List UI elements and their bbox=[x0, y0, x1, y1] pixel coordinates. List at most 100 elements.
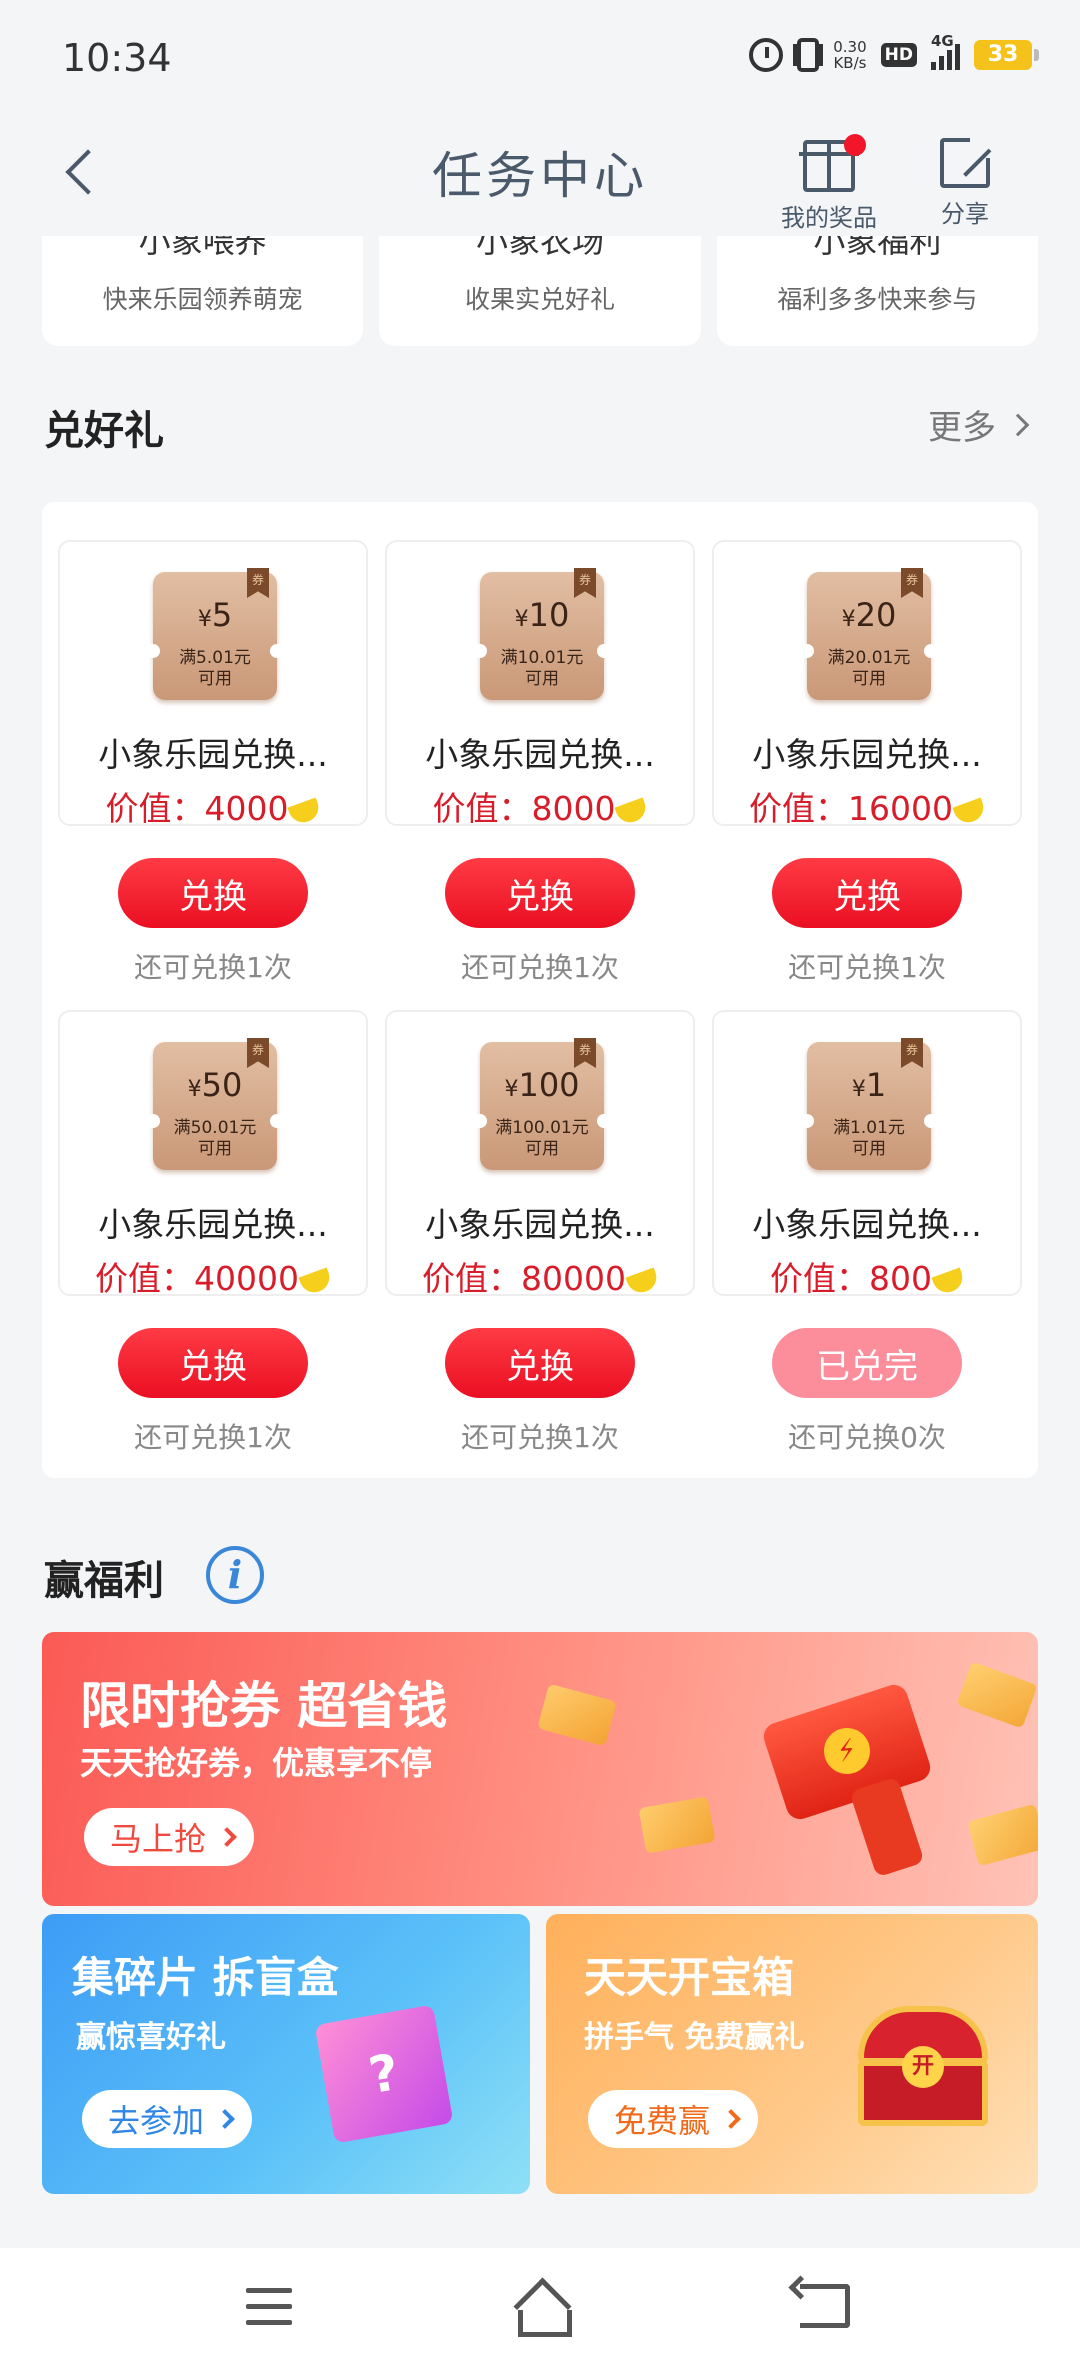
vibrate-icon bbox=[797, 38, 820, 72]
feature-card-name: 小象农场 bbox=[475, 236, 604, 260]
coupon-amount: ¥5 bbox=[197, 596, 233, 634]
network-type: 4G bbox=[931, 32, 954, 50]
coupon-icon: 券 ¥20 满20.01元 可用 bbox=[800, 568, 938, 700]
reward-name: 小象乐园兑换... bbox=[752, 1205, 982, 1244]
feature-card-desc: 快来乐园领养萌宠 bbox=[102, 285, 303, 314]
back-nav-icon[interactable] bbox=[800, 2284, 850, 2328]
more-link[interactable]: 更多 bbox=[928, 400, 1030, 449]
coupon-amount: ¥10 bbox=[514, 596, 570, 634]
banner-subtitle: 赢惊喜好礼 bbox=[76, 2020, 226, 2055]
banana-icon bbox=[931, 1267, 967, 1297]
coupon-condition: 满20.01元 可用 bbox=[827, 648, 911, 689]
remaining-count: 还可兑换1次 bbox=[134, 951, 292, 984]
coupon-icon: 券 ¥5 满5.01元 可用 bbox=[146, 568, 284, 700]
share-button[interactable]: 分享 bbox=[910, 124, 1020, 229]
reward-item: 券 ¥20 满20.01元 可用 小象乐园兑换... 价值：16000 兑换 还可… bbox=[712, 540, 1022, 984]
system-nav-bar bbox=[0, 2248, 1080, 2376]
coupon-amount: ¥20 bbox=[841, 596, 897, 634]
feature-card-welfare[interactable]: 小象福利 福利多多快来参与 bbox=[716, 236, 1038, 346]
coupon-amount: ¥100 bbox=[504, 1066, 580, 1104]
home-icon[interactable] bbox=[512, 2278, 572, 2337]
coupon-ticket-icon bbox=[956, 1661, 1038, 1729]
coupon-ticket-icon bbox=[638, 1796, 716, 1854]
coupon-amount: ¥50 bbox=[187, 1066, 243, 1104]
status-time: 10:34 bbox=[62, 36, 172, 80]
coupon-condition: 满5.01元 可用 bbox=[179, 648, 251, 689]
reward-card[interactable]: 券 ¥100 满100.01元 可用 小象乐园兑换... 价值：80000 bbox=[385, 1010, 695, 1298]
redeem-button[interactable]: 兑换 bbox=[445, 1328, 635, 1398]
coupon-condition: 满50.01元 可用 bbox=[173, 1118, 257, 1159]
battery-icon: 33 bbox=[974, 40, 1039, 70]
grab-now-button[interactable]: 马上抢 bbox=[84, 1808, 255, 1866]
banner-title: 天天开宝箱 bbox=[584, 1953, 795, 2002]
coupon-ticket-icon bbox=[967, 1803, 1038, 1867]
chevron-right-icon bbox=[215, 2109, 235, 2129]
banner-title: 限时抢券 超省钱 bbox=[80, 1677, 448, 1735]
feature-card-farm[interactable]: 小象农场 收果实兑好礼 bbox=[379, 236, 701, 346]
chest-lock: 开 bbox=[902, 2046, 944, 2088]
blind-box-icon: ? bbox=[314, 2004, 454, 2144]
redeem-button[interactable]: 兑换 bbox=[118, 858, 308, 928]
reward-item: 券 ¥10 满10.01元 可用 小象乐园兑换... 价值：8000 兑换 还可兑… bbox=[385, 540, 695, 984]
net-speed: 0.30 KB/s bbox=[833, 39, 866, 71]
coupon-tag: 券 bbox=[247, 568, 269, 598]
coupon-tag: 券 bbox=[247, 1038, 269, 1068]
coupon-icon: 券 ¥50 满50.01元 可用 bbox=[146, 1038, 284, 1170]
chevron-right-icon bbox=[721, 2109, 741, 2129]
menu-icon[interactable] bbox=[246, 2288, 292, 2328]
reward-item: 券 ¥50 满50.01元 可用 小象乐园兑换... 价值：40000 兑换 还可… bbox=[58, 1010, 368, 1454]
feature-card-name: 小象喂养 bbox=[138, 236, 267, 260]
chevron-right-icon bbox=[1006, 413, 1030, 436]
reward-item: 券 ¥100 满100.01元 可用 小象乐园兑换... 价值：80000 兑换 … bbox=[385, 1010, 695, 1454]
reward-card[interactable]: 券 ¥1 满1.01元 可用 小象乐园兑换... 价值：800 bbox=[712, 1010, 1022, 1298]
banner-subtitle: 拼手气 免费赢礼 bbox=[584, 2020, 805, 2055]
reward-card[interactable]: 券 ¥20 满20.01元 可用 小象乐园兑换... 价值：16000 bbox=[712, 540, 1022, 828]
reward-value: 价值：4000 bbox=[60, 782, 366, 830]
reward-value: 价值：8000 bbox=[387, 782, 693, 830]
alarm-icon bbox=[749, 38, 784, 72]
reward-value: 价值：80000 bbox=[387, 1252, 693, 1300]
feature-cards: 小象喂养 快来乐园领养萌宠 小象农场 收果实兑好礼 小象福利 福利多多快来参与 bbox=[42, 236, 1038, 346]
reward-grid: 券 ¥5 满5.01元 可用 小象乐园兑换... 价值：4000 兑换 还可兑换1… bbox=[42, 502, 1038, 1478]
feature-card-desc: 福利多多快来参与 bbox=[777, 285, 978, 314]
reward-value: 价值：40000 bbox=[60, 1252, 366, 1300]
reward-item: 券 ¥1 满1.01元 可用 小象乐园兑换... 价值：800 已兑完 还可兑换0… bbox=[712, 1010, 1022, 1454]
reward-name: 小象乐园兑换... bbox=[752, 735, 982, 774]
info-icon[interactable]: i bbox=[206, 1546, 264, 1604]
banner-subtitle: 天天抢好券，优惠享不停 bbox=[80, 1744, 433, 1782]
redeem-button[interactable]: 兑换 bbox=[772, 858, 962, 928]
coupon-tag: 券 bbox=[574, 1038, 596, 1068]
redeem-button[interactable]: 兑换 bbox=[445, 858, 635, 928]
chevron-right-icon bbox=[217, 1827, 237, 1847]
banana-icon bbox=[625, 1267, 661, 1297]
reward-card[interactable]: 券 ¥50 满50.01元 可用 小象乐园兑换... 价值：40000 bbox=[58, 1010, 368, 1298]
feature-card-feeding[interactable]: 小象喂养 快来乐园领养萌宠 bbox=[42, 236, 364, 346]
banana-icon bbox=[614, 797, 650, 827]
feature-card-name: 小象福利 bbox=[813, 236, 942, 260]
feature-card-desc: 收果实兑好礼 bbox=[464, 285, 615, 314]
banana-icon bbox=[287, 797, 323, 827]
reward-card[interactable]: 券 ¥5 满5.01元 可用 小象乐园兑换... 价值：4000 bbox=[58, 540, 368, 828]
remaining-count: 还可兑换1次 bbox=[461, 951, 619, 984]
redeemed-out-button[interactable]: 已兑完 bbox=[772, 1328, 962, 1398]
reward-name: 小象乐园兑换... bbox=[98, 1205, 328, 1244]
coupon-tag: 券 bbox=[901, 1038, 923, 1068]
join-button[interactable]: 去参加 bbox=[82, 2090, 253, 2148]
more-label: 更多 bbox=[928, 408, 996, 448]
redeem-button[interactable]: 兑换 bbox=[118, 1328, 308, 1398]
banana-icon bbox=[298, 1267, 334, 1297]
treasure-chest-banner[interactable]: 天天开宝箱 拼手气 免费赢礼 免费赢 开 bbox=[546, 1914, 1038, 2194]
treasure-chest-icon: 开 bbox=[858, 2006, 988, 2126]
reward-name: 小象乐园兑换... bbox=[98, 735, 328, 774]
coupon-grab-banner[interactable]: 限时抢券 超省钱 天天抢好券，优惠享不停 马上抢 ⚡ bbox=[42, 1632, 1038, 1906]
reward-card[interactable]: 券 ¥10 满10.01元 可用 小象乐园兑换... 价值：8000 bbox=[385, 540, 695, 828]
reward-value: 价值：800 bbox=[714, 1252, 1020, 1300]
blind-box-banner[interactable]: 集碎片 拆盲盒 赢惊喜好礼 去参加 ? bbox=[42, 1914, 530, 2194]
net-speed-unit: KB/s bbox=[833, 54, 867, 72]
free-win-button[interactable]: 免费赢 bbox=[588, 2090, 759, 2148]
reward-item: 券 ¥5 满5.01元 可用 小象乐园兑换... 价值：4000 兑换 还可兑换1… bbox=[58, 540, 368, 984]
coupon-condition: 满10.01元 可用 bbox=[500, 648, 584, 689]
coupon-amount: ¥1 bbox=[851, 1066, 887, 1104]
my-prizes-button[interactable]: 我的奖品 bbox=[774, 124, 884, 233]
reward-name: 小象乐园兑换... bbox=[425, 1205, 655, 1244]
